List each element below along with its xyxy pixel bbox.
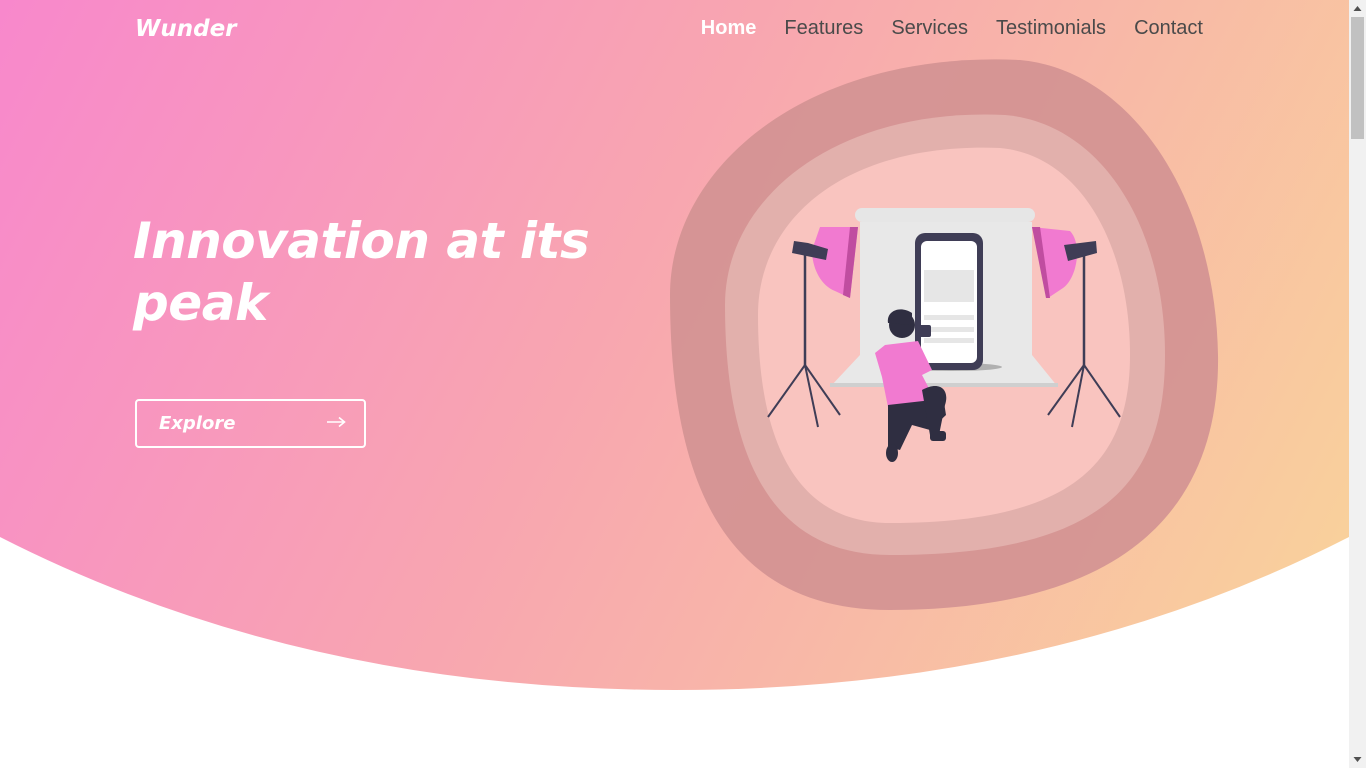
page-content: Wunder Home Features Services Testimonia… [0, 0, 1349, 768]
vertical-scrollbar[interactable] [1349, 0, 1366, 768]
scrollbar-thumb[interactable] [1351, 17, 1364, 139]
nav-item-home: Home [701, 17, 757, 40]
scroll-down-arrow-icon[interactable] [1349, 751, 1366, 768]
nav-link-home[interactable]: Home [701, 17, 757, 40]
hero-headline-line1: Innovation at its [133, 212, 590, 270]
explore-button-label: Explore [159, 413, 236, 434]
scroll-up-arrow-icon[interactable] [1349, 0, 1366, 17]
explore-button[interactable]: Explore [135, 399, 366, 448]
nav-link-features[interactable]: Features [784, 17, 863, 40]
nav-item-testimonials: Testimonials [996, 17, 1106, 40]
nav-link-contact[interactable]: Contact [1134, 17, 1203, 40]
photographer-illustration [670, 59, 1219, 611]
hero-headline-line2: peak [133, 274, 268, 332]
nav-link-services[interactable]: Services [891, 17, 968, 40]
nav-item-services: Services [891, 17, 968, 40]
hero-headline: Innovation at its peak [133, 210, 603, 334]
nav-item-features: Features [784, 17, 863, 40]
main-nav: Home Features Services Testimonials Cont… [673, 17, 1203, 40]
brand-logo[interactable]: Wunder [135, 16, 237, 42]
nav-item-contact: Contact [1134, 17, 1203, 40]
arrow-right-icon [327, 416, 346, 428]
page: Wunder Home Features Services Testimonia… [0, 0, 1366, 768]
nav-link-testimonials[interactable]: Testimonials [996, 17, 1106, 40]
